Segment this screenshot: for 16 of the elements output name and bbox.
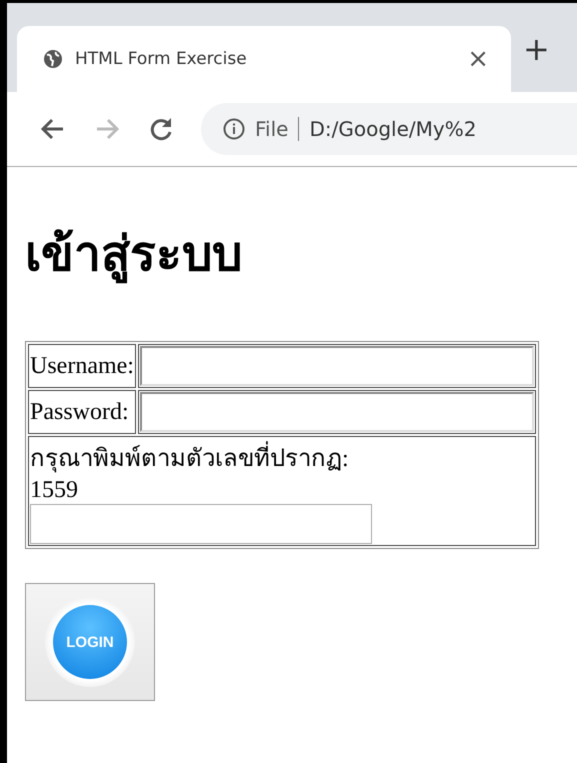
close-tab-button[interactable]: ×	[467, 44, 489, 74]
field-label: Password:	[30, 398, 129, 426]
input-field[interactable]	[140, 346, 534, 386]
captcha-code: 1559	[30, 477, 78, 504]
info-icon	[223, 118, 245, 140]
page-heading: เข้าสู่ระบบ	[25, 225, 242, 286]
captcha-prompt: กรุณาพิมพ์ตามตัวเลขที่ปรากฏ:	[30, 438, 349, 477]
field-label: Username:	[30, 352, 134, 380]
address-bar[interactable]: File D:/Google/My%2	[201, 103, 577, 155]
globe-icon	[43, 49, 63, 69]
url-text: D:/Google/My%2	[309, 117, 476, 141]
browser-tab[interactable]: HTML Form Exercise ×	[17, 26, 511, 92]
new-tab-button[interactable]: +	[523, 30, 550, 92]
input-field[interactable]	[140, 392, 534, 432]
captcha-field[interactable]	[30, 504, 372, 544]
scheme-label: File	[255, 117, 300, 141]
